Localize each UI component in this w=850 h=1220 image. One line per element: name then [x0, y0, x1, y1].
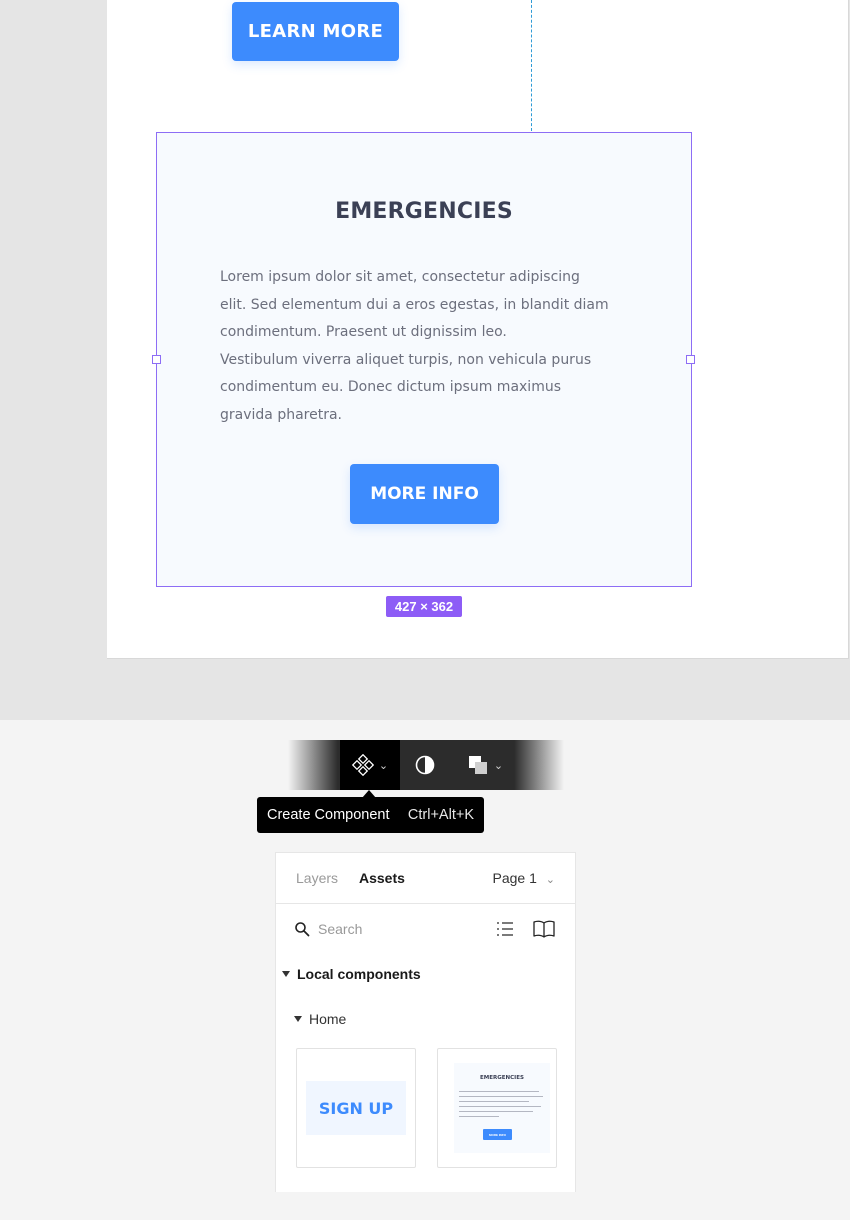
- home-subsection[interactable]: Home: [294, 1011, 346, 1027]
- subsection-label: Home: [309, 1011, 347, 1027]
- caret-down-icon: [282, 971, 290, 977]
- card-body-line: Vestibulum viverra aliquet turpis, non v…: [220, 351, 592, 368]
- preview-button: MORE INFO: [483, 1129, 512, 1140]
- component-thumbnail-emergencies[interactable]: EMERGENCIES MORE INFO: [437, 1048, 557, 1168]
- boolean-icon: [468, 756, 487, 774]
- chevron-down-icon: ⌄: [378, 759, 389, 772]
- preview-text-line: [459, 1091, 539, 1092]
- page-selector[interactable]: Page 1 ⌄: [493, 870, 555, 886]
- spacing-guide-line: [531, 0, 532, 131]
- chevron-down-icon: ⌄: [545, 874, 555, 886]
- card-body-line: condimentum eu. Donec dictum ipsum maxim…: [220, 379, 562, 395]
- component-thumbnail-sign-up[interactable]: SIGN UP: [296, 1048, 416, 1168]
- mask-button[interactable]: [402, 740, 448, 790]
- tab-assets[interactable]: Assets: [359, 870, 405, 886]
- design-canvas[interactable]: LEARN MORE EMERGENCIES Lorem ipsum dolor…: [0, 0, 850, 720]
- team-library-icon[interactable]: [532, 919, 556, 939]
- card-title: EMERGENCIES: [335, 199, 513, 224]
- create-component-button[interactable]: ⌄: [340, 740, 400, 790]
- card-body-line: gravida pharetra.: [220, 406, 342, 423]
- panel-tab-bar: Layers Assets Page 1 ⌄: [276, 853, 575, 904]
- card-body-line: Lorem ipsum dolor sit amet, consectetur …: [220, 269, 580, 285]
- preview-text-line: [459, 1096, 543, 1097]
- more-info-button[interactable]: MORE INFO: [350, 464, 499, 524]
- tooltip-label: Create Component: [267, 807, 390, 823]
- preview-text-line: [459, 1101, 529, 1102]
- card-body-line: elit. Sed elementum dui a eros egestas, …: [220, 296, 609, 313]
- sign-up-preview: SIGN UP: [306, 1081, 406, 1135]
- card-body-text: Lorem ipsum dolor sit amet, consectetur …: [220, 264, 640, 429]
- selection-toolbar: ⌄ ⌄: [288, 740, 564, 790]
- card-body-line: condimentum. Praesent ut dignissim leo.: [220, 324, 507, 340]
- search-input[interactable]: [318, 918, 478, 940]
- preview-text-line: [459, 1106, 541, 1107]
- assets-panel: Layers Assets Page 1 ⌄ Local components: [275, 852, 576, 1192]
- boolean-groups-button[interactable]: ⌄: [458, 740, 512, 790]
- list-view-icon[interactable]: [496, 920, 514, 938]
- selection-size-badge: 427 × 362: [386, 596, 462, 617]
- section-label: Local components: [297, 966, 421, 982]
- emergencies-preview: EMERGENCIES MORE INFO: [454, 1063, 550, 1153]
- preview-text-line: [459, 1116, 499, 1117]
- search-row: [276, 905, 575, 953]
- mask-icon: [415, 755, 435, 775]
- component-icon: [351, 754, 374, 776]
- local-components-section[interactable]: Local components: [282, 966, 421, 982]
- emergencies-card-selected[interactable]: EMERGENCIES Lorem ipsum dolor sit amet, …: [156, 132, 692, 587]
- resize-handle-right[interactable]: [686, 355, 695, 364]
- learn-more-button[interactable]: LEARN MORE: [232, 2, 399, 61]
- preview-text-line: [459, 1111, 533, 1112]
- tooltip-shortcut: Ctrl+Alt+K: [407, 807, 474, 823]
- search-icon: [295, 922, 310, 937]
- create-component-tooltip: Create Component Ctrl+Alt+K: [257, 797, 484, 833]
- tab-layers[interactable]: Layers: [296, 870, 338, 886]
- preview-title: EMERGENCIES: [480, 1075, 524, 1081]
- page-selector-label: Page 1: [492, 870, 537, 886]
- resize-handle-left[interactable]: [152, 355, 161, 364]
- chevron-down-icon: ⌄: [493, 759, 504, 772]
- caret-down-icon: [294, 1016, 302, 1022]
